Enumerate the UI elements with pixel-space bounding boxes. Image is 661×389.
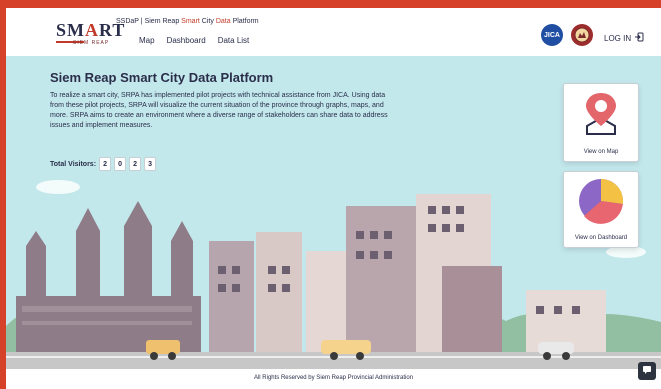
main-nav: Map Dashboard Data List [139, 36, 249, 45]
site-title: SSDaP | Siem Reap Smart City Data Platfo… [116, 18, 259, 25]
pie-chart-icon [578, 178, 624, 229]
visitor-counter: Total Visitors: 2 0 2 3 [50, 157, 157, 171]
page-title: Siem Reap Smart City Data Platform [50, 70, 274, 85]
nav-map[interactable]: Map [139, 36, 155, 45]
logo-wordmark: SMART [56, 20, 126, 40]
hero-section: Siem Reap Smart City Data Platform To re… [6, 56, 661, 369]
map-pin-icon [581, 90, 621, 141]
visitors-label: Total Visitors: [50, 160, 97, 168]
logo-subtext: SIEM REAP [73, 40, 110, 46]
jica-logo-icon: JICA [541, 24, 563, 46]
nav-data-list[interactable]: Data List [218, 36, 250, 45]
site-footer: All Rights Reserved by Siem Reap Provinc… [6, 369, 661, 389]
chat-button[interactable] [638, 362, 656, 380]
view-on-dashboard-card[interactable]: View on Dashboard [563, 171, 639, 248]
site-header: SMART SIEM REAP SSDaP | Siem Reap Smart … [6, 8, 661, 56]
copyright-text: All Rights Reserved by Siem Reap Provinc… [253, 375, 414, 381]
visitor-digit: 0 [114, 157, 127, 171]
nav-dashboard[interactable]: Dashboard [167, 36, 206, 45]
visitor-digit: 2 [99, 157, 112, 171]
login-icon [634, 32, 644, 44]
visitor-digit: 3 [144, 157, 157, 171]
visitor-digit: 2 [129, 157, 142, 171]
srpa-emblem-icon [571, 24, 593, 46]
page-description: To realize a smart city, SRPA has implem… [50, 92, 388, 129]
login-button[interactable]: LOG IN [604, 32, 644, 44]
chat-bubble-icon [642, 362, 652, 380]
login-label: LOG IN [604, 33, 632, 43]
top-accent-bar [0, 0, 661, 8]
view-on-map-label: View on Map [583, 149, 619, 155]
view-on-map-card[interactable]: View on Map [563, 83, 639, 162]
view-on-dashboard-label: View on Dashboard [574, 235, 628, 241]
partner-logos: JICA [541, 24, 593, 46]
